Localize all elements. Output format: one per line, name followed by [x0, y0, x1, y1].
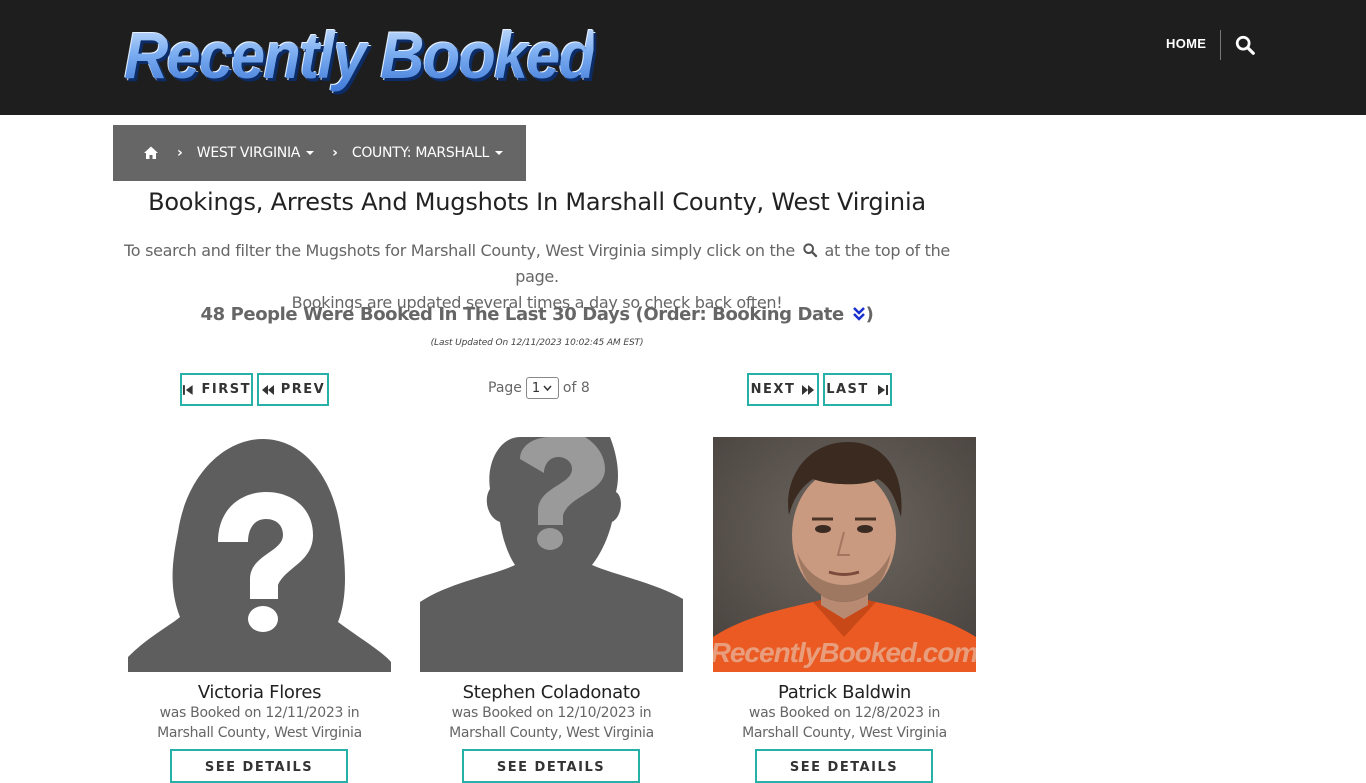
intro-part1: To search and filter the Mugshots for Ma… [124, 241, 795, 260]
breadcrumb-separator: › [177, 145, 183, 161]
chevron-down-icon [543, 385, 552, 391]
see-details-button[interactable]: SEE DETAILS [462, 749, 640, 783]
booking-info-line2: Marshall County, West Virginia [449, 725, 654, 741]
double-chevron-down-icon[interactable] [852, 306, 866, 322]
caret-down-icon [494, 151, 503, 155]
first-page-label: FIRST [201, 382, 251, 397]
prev-page-label: PREV [280, 382, 326, 397]
home-icon[interactable] [143, 145, 159, 161]
next-page-button[interactable]: NEXT [747, 373, 819, 406]
page-select[interactable]: 1 [525, 377, 559, 399]
breadcrumb-separator: › [332, 145, 338, 161]
breadcrumb-state-label: WEST VIRGINIA [196, 145, 301, 161]
first-page-button[interactable]: FIRST [180, 373, 253, 406]
site-logo[interactable]: Recently Booked [124, 18, 596, 92]
page-title: Bookings, Arrests And Mugshots In Marsha… [148, 188, 926, 216]
mugshot-photo[interactable]: RecentlyBooked.com [713, 437, 976, 672]
booking-card[interactable]: Victoria Flores was Booked on 12/11/2023… [128, 437, 391, 743]
female-placeholder-photo[interactable] [128, 437, 391, 672]
search-icon [803, 243, 817, 258]
booking-info-line1: was Booked on 12/10/2023 in [451, 705, 652, 721]
booking-info-line2: Marshall County, West Virginia [742, 725, 947, 741]
site-header: Recently Booked HOME [0, 0, 1366, 115]
see-details-button[interactable]: SEE DETAILS [755, 749, 933, 783]
page-of-label: of 8 [562, 380, 590, 396]
booking-card[interactable]: RecentlyBooked.com Patrick Baldwin was B… [713, 437, 976, 743]
see-details-button[interactable]: SEE DETAILS [170, 749, 348, 783]
fast-forward-icon [802, 384, 815, 395]
breadcrumb-county-dropdown[interactable]: COUNTY: MARSHALL [352, 145, 503, 161]
person-name[interactable]: Victoria Flores [128, 682, 391, 703]
rewind-icon [261, 384, 274, 395]
page-select-value: 1 [531, 380, 541, 396]
person-name[interactable]: Patrick Baldwin [713, 682, 976, 703]
person-name[interactable]: Stephen Coladonato [420, 682, 683, 703]
booking-card[interactable]: Stephen Coladonato was Booked on 12/10/2… [420, 437, 683, 743]
booking-count-close: ) [865, 304, 874, 325]
search-icon[interactable] [1234, 34, 1256, 56]
booking-info-line1: was Booked on 12/8/2023 in [748, 705, 941, 721]
page-label: Page [488, 380, 522, 396]
page-selector: Page 1 of 8 [488, 377, 590, 399]
skip-back-icon [182, 384, 193, 395]
prev-page-button[interactable]: PREV [257, 373, 329, 406]
skip-forward-icon [877, 384, 888, 395]
breadcrumb-county-label: COUNTY: MARSHALL [351, 145, 489, 161]
next-page-label: NEXT [750, 382, 796, 397]
last-page-label: LAST [826, 382, 869, 397]
booking-count: 48 People Were Booked In The Last 30 Day… [113, 304, 961, 325]
breadcrumb-state-dropdown[interactable]: WEST VIRGINIA [196, 145, 315, 161]
svg-text:RecentlyBooked.com: RecentlyBooked.com [713, 637, 976, 668]
nav-home-link[interactable]: HOME [1166, 36, 1206, 51]
last-updated: (Last Updated On 12/11/2023 10:02:45 AM … [430, 338, 644, 348]
male-placeholder-photo[interactable] [420, 437, 683, 672]
last-page-button[interactable]: LAST [823, 373, 892, 406]
booking-count-text: 48 People Were Booked In The Last 30 Day… [200, 304, 845, 325]
caret-down-icon [306, 151, 315, 155]
nav-divider [1220, 30, 1221, 60]
breadcrumb: › WEST VIRGINIA › COUNTY: MARSHALL [113, 125, 526, 181]
booking-info-line1: was Booked on 12/11/2023 in [159, 705, 360, 721]
booking-info-line2: Marshall County, West Virginia [157, 725, 362, 741]
